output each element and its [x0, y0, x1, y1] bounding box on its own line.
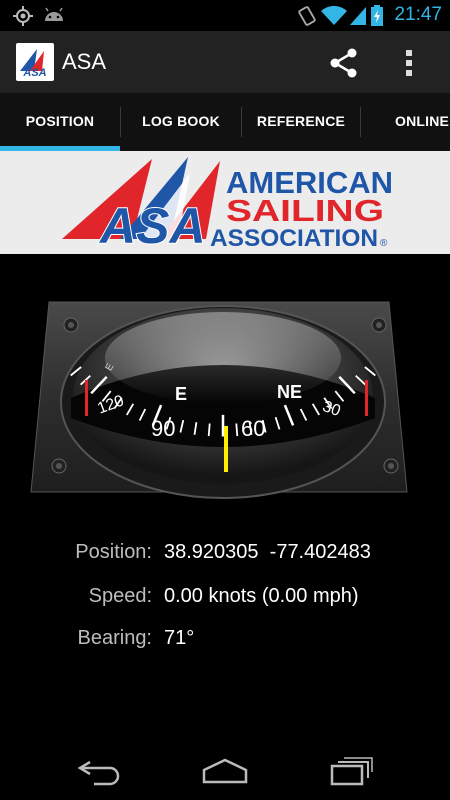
svg-text:®: ® [380, 238, 388, 249]
asa-banner-logo: ASA AMERICAN SAILING ASSOCIATION ® [62, 157, 393, 254]
share-icon[interactable] [328, 47, 360, 84]
gps-icon [12, 5, 34, 32]
battery-charging-icon [370, 5, 384, 32]
tab-position[interactable]: POSITION [0, 93, 120, 151]
mounting-screw [63, 317, 79, 333]
position-value: 38.920305 -77.402483 [164, 541, 371, 563]
svg-text:ASA: ASA [22, 67, 46, 79]
speed-value: 0.00 knots (0.00 mph) [164, 585, 359, 607]
recent-apps-icon[interactable] [328, 756, 376, 791]
bearing-label: Bearing: [77, 627, 153, 649]
dial-tick [235, 423, 239, 437]
position-label: Position: [75, 541, 152, 563]
mounting-screw [371, 317, 387, 333]
signal-icon [348, 5, 368, 32]
right-limit-marker [365, 380, 368, 416]
glass-reflection [105, 312, 341, 404]
navigation-bar [0, 742, 450, 800]
back-icon[interactable] [76, 756, 124, 791]
lubber-line [224, 426, 228, 472]
speed-label: Speed: [88, 585, 152, 607]
tab-reference[interactable]: REFERENCE [242, 93, 360, 151]
status-bar: 21:47 [0, 0, 450, 31]
dial-tick [207, 423, 211, 437]
action-bar: ASA ASA [0, 31, 450, 93]
overflow-menu-icon[interactable] [404, 49, 414, 82]
wifi-icon [320, 5, 348, 32]
home-icon[interactable] [200, 756, 250, 791]
mounting-screw [383, 458, 399, 474]
degree-label-60: 60 [241, 416, 265, 441]
svg-text:SAILING: SAILING [226, 193, 384, 228]
mounting-screw [51, 458, 67, 474]
svg-text:ASA: ASA [98, 198, 206, 254]
tab-bar: POSITION LOG BOOK REFERENCE ONLINE [0, 93, 450, 151]
left-limit-marker [85, 380, 88, 416]
tab-online[interactable]: ONLINE [361, 93, 450, 151]
tab-log-book[interactable]: LOG BOOK [121, 93, 241, 151]
svg-text:ASSOCIATION: ASSOCIATION [210, 225, 378, 252]
asa-banner: ASA AMERICAN SAILING ASSOCIATION ® [0, 151, 450, 254]
bearing-value: 71° [164, 627, 195, 649]
compass-widget: E NE E 120 90 60 30 [27, 292, 411, 509]
app-logo-icon[interactable]: ASA [16, 43, 54, 81]
status-time: 21:47 [394, 4, 442, 25]
vibrate-icon [296, 5, 318, 32]
degree-label-90: 90 [151, 416, 175, 441]
android-icon [42, 5, 66, 32]
app-title: ASA [62, 49, 107, 74]
